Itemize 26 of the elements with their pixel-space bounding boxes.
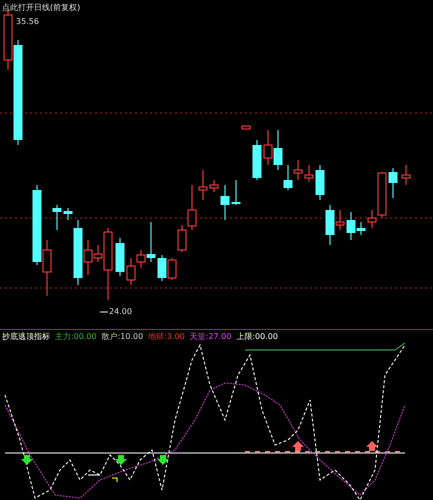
chart-title: 点此打开日线(前复权) bbox=[2, 2, 80, 13]
candlestick bbox=[116, 238, 124, 276]
candlestick bbox=[158, 254, 166, 282]
legend-value: 天堂:27.00 bbox=[190, 331, 232, 342]
indicator-name: 抄底逃顶指标 bbox=[2, 331, 50, 342]
candlestick bbox=[210, 180, 218, 192]
price-label: 35.56 bbox=[16, 17, 39, 26]
candlestick bbox=[168, 258, 176, 280]
candlestick bbox=[402, 164, 410, 186]
candlestick bbox=[198, 170, 208, 200]
candlestick bbox=[252, 140, 262, 180]
candlestick bbox=[304, 164, 314, 182]
candlestick bbox=[42, 240, 52, 296]
legend-value: 地狱:3.00 bbox=[148, 331, 185, 342]
candlestick bbox=[388, 168, 398, 198]
price-label: 24.00 bbox=[109, 307, 132, 316]
candlestick bbox=[52, 204, 62, 230]
legend-value: 上限:00.00 bbox=[236, 331, 278, 342]
legend-value: 主力:00.00 bbox=[55, 331, 97, 342]
legend-value: 散户:10.00 bbox=[102, 331, 144, 342]
candlestick bbox=[232, 180, 240, 206]
candlestick bbox=[294, 160, 302, 180]
candlestick bbox=[220, 184, 230, 220]
candlestick bbox=[316, 164, 324, 200]
candlestick bbox=[242, 126, 250, 130]
candlestick bbox=[264, 130, 272, 166]
